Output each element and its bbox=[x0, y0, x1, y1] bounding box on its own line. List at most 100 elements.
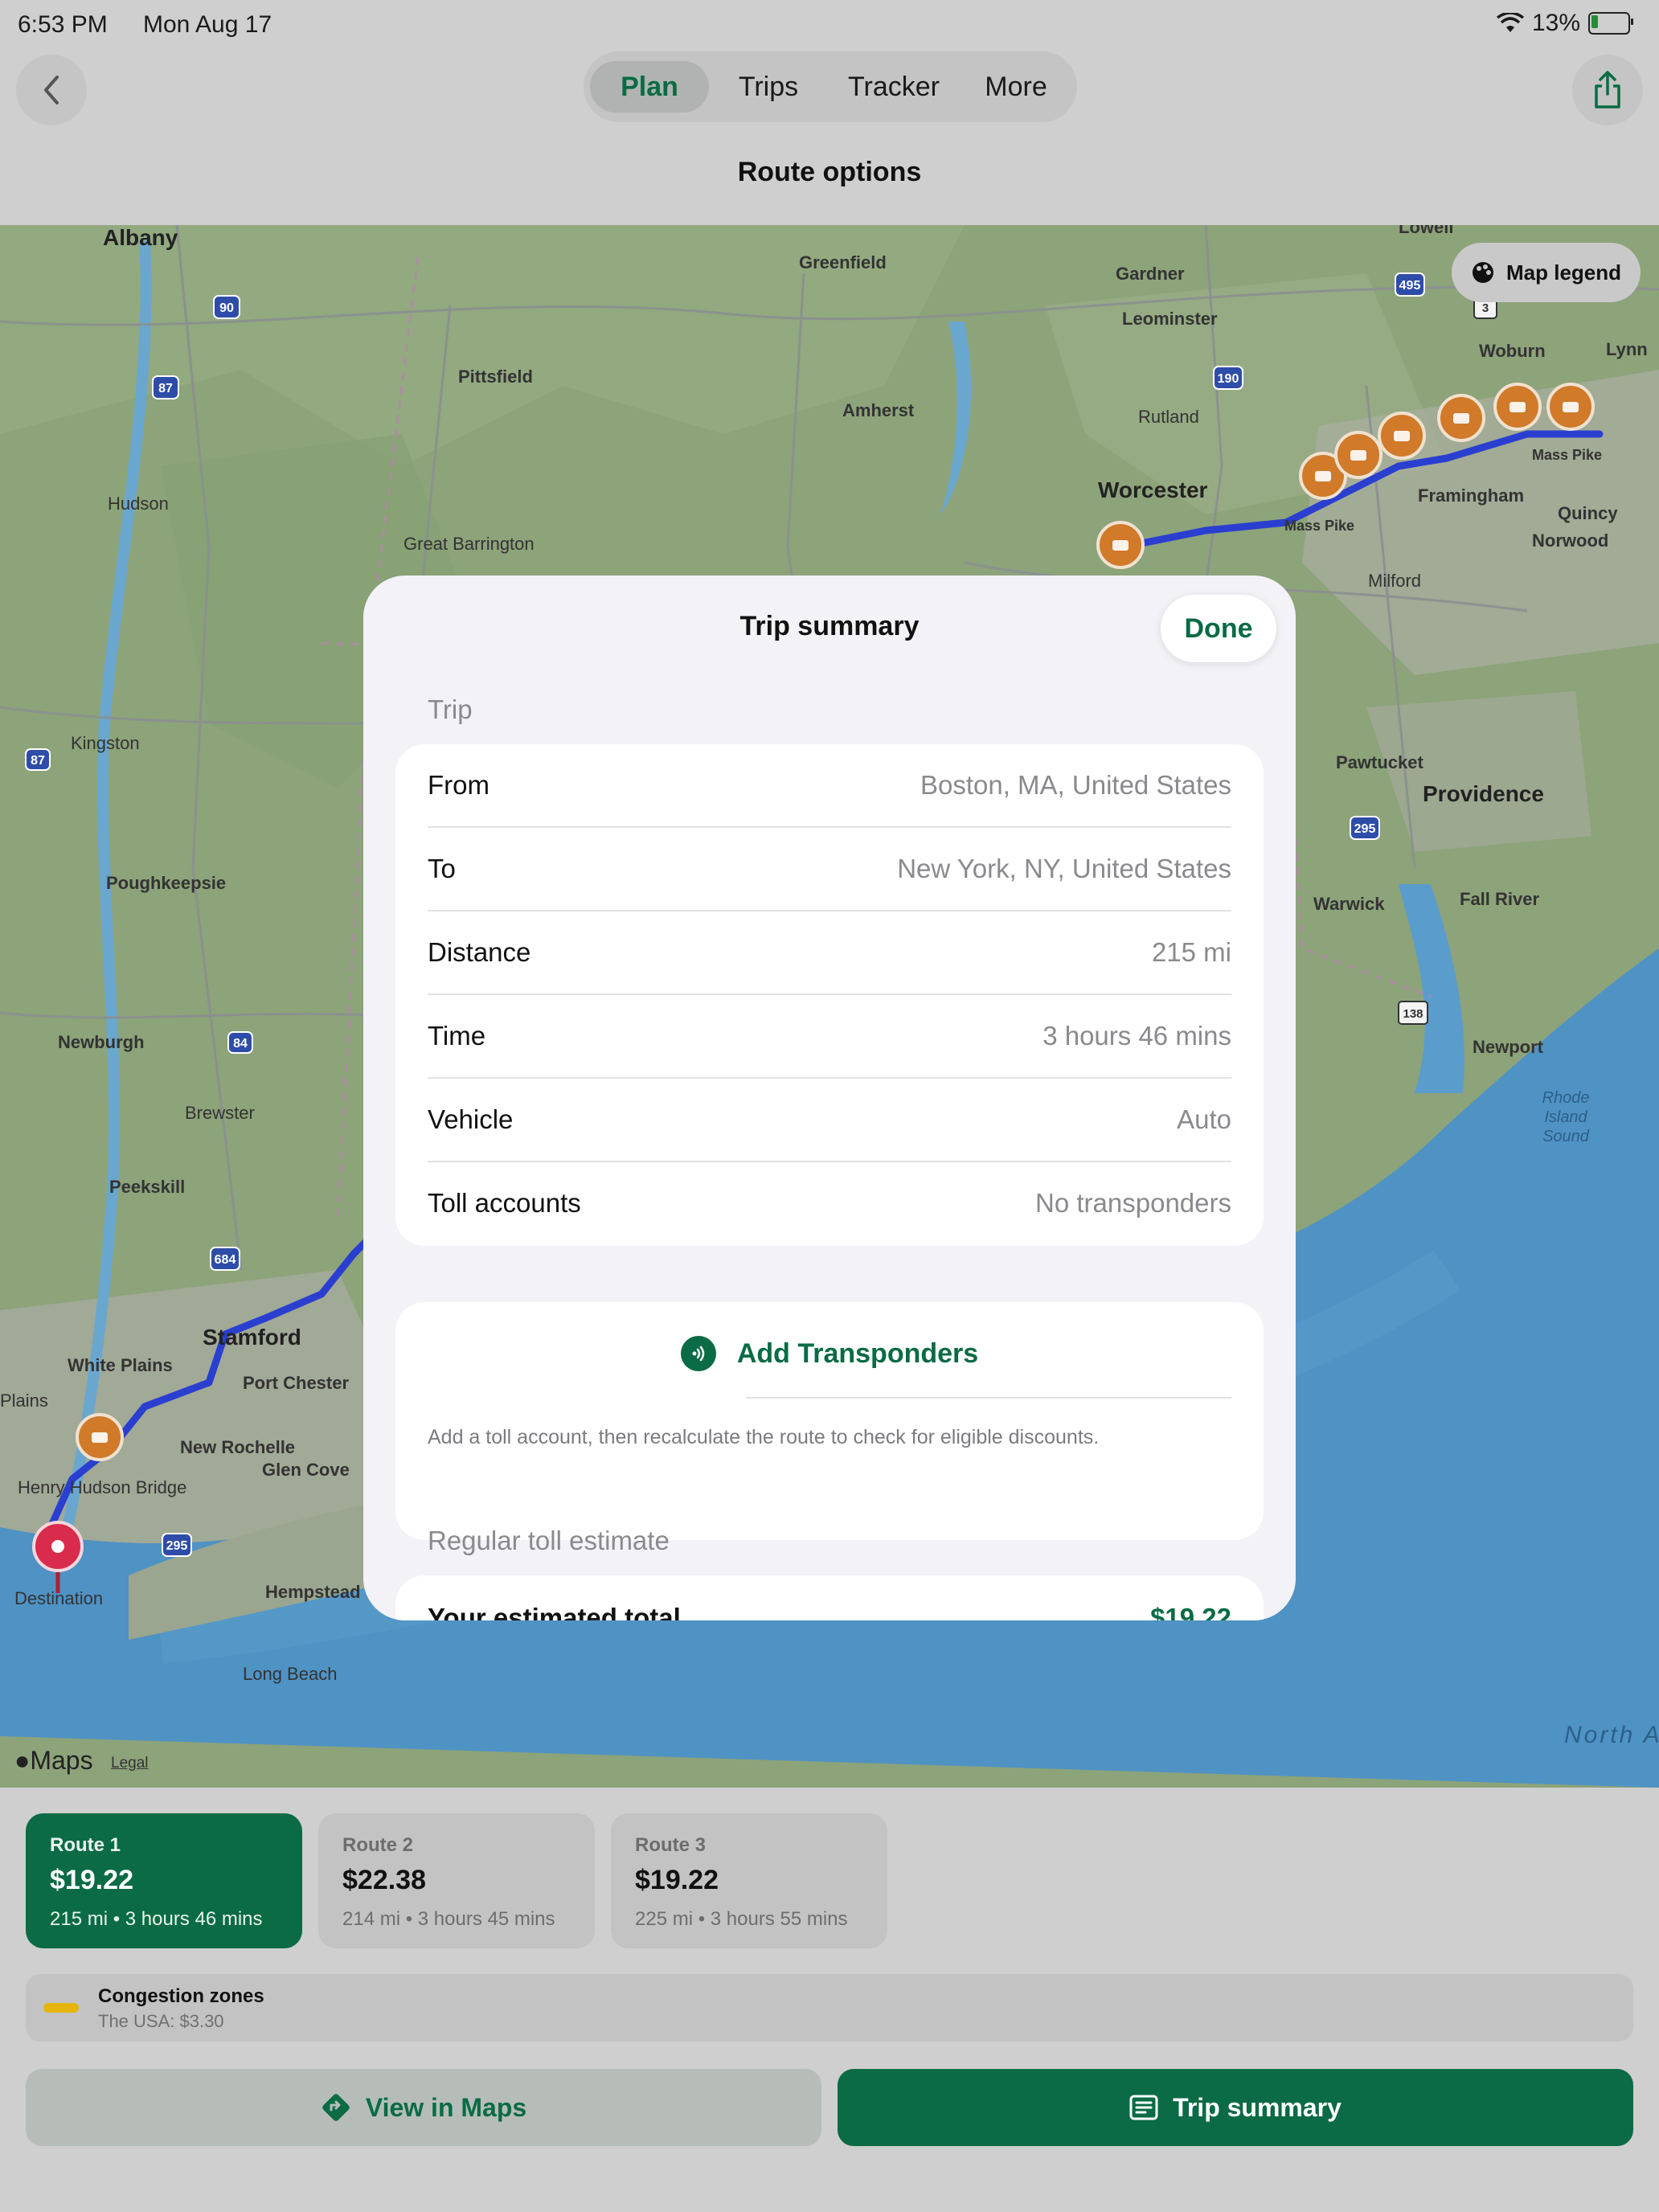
svg-text:84: 84 bbox=[233, 1037, 248, 1051]
row-label: From bbox=[428, 770, 490, 800]
add-transponders-button[interactable]: Add Transponders bbox=[395, 1321, 1264, 1386]
route-name: Route 1 bbox=[50, 1834, 121, 1856]
list-icon bbox=[1129, 2095, 1158, 2120]
route-card-3[interactable]: Route 3 $19.22 225 mi • 3 hours 55 mins bbox=[611, 1813, 887, 1948]
apple-logo-icon: ● bbox=[14, 1746, 31, 1775]
map-label-greenfield: Greenfield bbox=[799, 252, 887, 272]
svg-text:684: 684 bbox=[215, 1253, 236, 1267]
chevron-left-icon bbox=[44, 76, 59, 104]
row-vehicle: Vehicle Auto bbox=[428, 1079, 1231, 1162]
map-label-providence: Providence bbox=[1423, 781, 1544, 806]
map-label-framingham: Framingham bbox=[1418, 485, 1525, 506]
trip-summary-label: Trip summary bbox=[1173, 2092, 1342, 2122]
map-label-pittsfield: Pittsfield bbox=[458, 367, 533, 387]
map-label-newport: Newport bbox=[1473, 1037, 1543, 1057]
view-in-maps-label: View in Maps bbox=[365, 2092, 527, 2122]
row-toll-accounts: Toll accounts No transponders bbox=[428, 1162, 1231, 1246]
congestion-zones-row[interactable]: Congestion zones The USA: $3.30 bbox=[26, 1974, 1633, 2042]
row-time: Time 3 hours 46 mins bbox=[428, 995, 1231, 1079]
map-label-norwood: Norwood bbox=[1532, 530, 1609, 551]
map-label-rutland: Rutland bbox=[1138, 407, 1199, 427]
congestion-title: Congestion zones bbox=[98, 1985, 264, 2007]
estimated-total-row: Your estimated total $19.22 bbox=[428, 1598, 1231, 1620]
legal-link[interactable]: Legal bbox=[111, 1755, 149, 1772]
map-label-port-chester: Port Chester bbox=[243, 1373, 350, 1393]
row-from: From Boston, MA, United States bbox=[428, 744, 1231, 828]
tab-trips[interactable]: Trips bbox=[709, 61, 828, 113]
tab-more[interactable]: More bbox=[960, 61, 1072, 113]
share-button[interactable] bbox=[1572, 55, 1643, 125]
trip-summary-button[interactable]: Trip summary bbox=[838, 2069, 1633, 2146]
route-price: $19.22 bbox=[635, 1865, 719, 1895]
congestion-subtitle: The USA: $3.30 bbox=[98, 2011, 224, 2031]
main-tab-bar: Plan Trips Tracker More bbox=[584, 51, 1077, 122]
map-label-fall-river: Fall River bbox=[1460, 889, 1540, 909]
svg-text:138: 138 bbox=[1403, 1007, 1423, 1021]
row-label: Vehicle bbox=[428, 1104, 514, 1134]
row-value: New York, NY, United States bbox=[897, 854, 1231, 883]
map-label-hempstead: Hempstead bbox=[265, 1582, 361, 1602]
map-label-hudson: Hudson bbox=[108, 494, 169, 514]
trip-details-group: From Boston, MA, United States To New Yo… bbox=[395, 744, 1264, 1246]
map-legend-button[interactable]: Map legend bbox=[1452, 243, 1641, 302]
route-card-1[interactable]: Route 1 $19.22 215 mi • 3 hours 46 mins bbox=[26, 1813, 302, 1948]
map-label-white-plains: White Plains bbox=[68, 1355, 173, 1375]
view-in-maps-button[interactable]: View in Maps bbox=[26, 2069, 821, 2146]
route-meta: 225 mi • 3 hours 55 mins bbox=[635, 1908, 848, 1930]
map-label-worcester: Worcester bbox=[1098, 477, 1208, 502]
trip-summary-sheet: Trip summary Done Trip From Boston, MA, … bbox=[363, 576, 1296, 1620]
map-label-lowell: Lowell bbox=[1399, 225, 1454, 237]
route-price: $22.38 bbox=[342, 1865, 426, 1895]
map-label-warwick: Warwick bbox=[1313, 894, 1385, 914]
route-price: $19.22 bbox=[50, 1865, 133, 1895]
wifi-icon bbox=[1496, 13, 1524, 32]
map-label-glen-cove: Glen Cove bbox=[262, 1460, 350, 1480]
row-value: Boston, MA, United States bbox=[920, 770, 1231, 800]
route-card-2[interactable]: Route 2 $22.38 214 mi • 3 hours 45 mins bbox=[318, 1813, 595, 1948]
sheet-title: Trip summary bbox=[739, 611, 920, 641]
tab-plan[interactable]: Plan bbox=[590, 61, 709, 113]
row-distance: Distance 215 mi bbox=[428, 911, 1231, 995]
row-label: Toll accounts bbox=[428, 1188, 581, 1218]
map-label-plains: Plains bbox=[0, 1391, 48, 1411]
share-icon bbox=[1595, 71, 1620, 109]
directions-icon bbox=[322, 2094, 350, 2121]
map-label-milford: Milford bbox=[1368, 571, 1422, 591]
back-button[interactable] bbox=[16, 55, 87, 125]
maps-brand-label: Maps bbox=[30, 1746, 93, 1775]
row-label: Time bbox=[428, 1021, 486, 1051]
row-to: To New York, NY, United States bbox=[428, 828, 1231, 911]
row-value: 215 mi bbox=[1151, 937, 1231, 967]
map-label-pawtucket: Pawtucket bbox=[1336, 752, 1423, 772]
map-legend-label: Map legend bbox=[1506, 260, 1622, 285]
transponder-group: Add Transponders Add a toll account, the… bbox=[395, 1302, 1264, 1540]
svg-text:90: 90 bbox=[219, 301, 234, 315]
transponder-divider bbox=[746, 1397, 1231, 1399]
row-value: 3 hours 46 mins bbox=[1043, 1021, 1231, 1051]
trip-section-header: Trip bbox=[428, 694, 473, 724]
tab-tracker[interactable]: Tracker bbox=[828, 61, 960, 113]
row-label: Distance bbox=[428, 937, 531, 967]
route-name: Route 2 bbox=[342, 1834, 414, 1856]
row-label: To bbox=[428, 854, 456, 883]
palette-icon bbox=[1473, 262, 1493, 283]
map-label-albany: Albany bbox=[103, 225, 178, 250]
row-value: Auto bbox=[1177, 1104, 1231, 1134]
svg-text:87: 87 bbox=[158, 382, 173, 395]
transponder-icon bbox=[680, 1336, 716, 1371]
map-label-newburgh: Newburgh bbox=[58, 1032, 145, 1052]
add-transponders-label: Add Transponders bbox=[736, 1337, 979, 1369]
map-label-kingston: Kingston bbox=[71, 733, 140, 753]
toll-estimate-group: Your estimated total $19.22 bbox=[395, 1575, 1264, 1620]
route-name: Route 3 bbox=[635, 1834, 707, 1856]
done-button[interactable]: Done bbox=[1161, 595, 1276, 662]
congestion-color-bar bbox=[43, 2003, 79, 2013]
map-label-mass-pike-1: Mass Pike bbox=[1284, 518, 1355, 534]
map-label-north-atlantic: North Atlant bbox=[1564, 1722, 1659, 1748]
map-label-great-barrington: Great Barrington bbox=[403, 534, 535, 554]
status-date: Mon Aug 17 bbox=[143, 11, 272, 38]
map-label-amherst: Amherst bbox=[842, 400, 915, 420]
toll-estimate-header: Regular toll estimate bbox=[428, 1526, 670, 1555]
svg-text:3: 3 bbox=[1482, 301, 1489, 315]
page-title: Route options bbox=[737, 157, 922, 187]
